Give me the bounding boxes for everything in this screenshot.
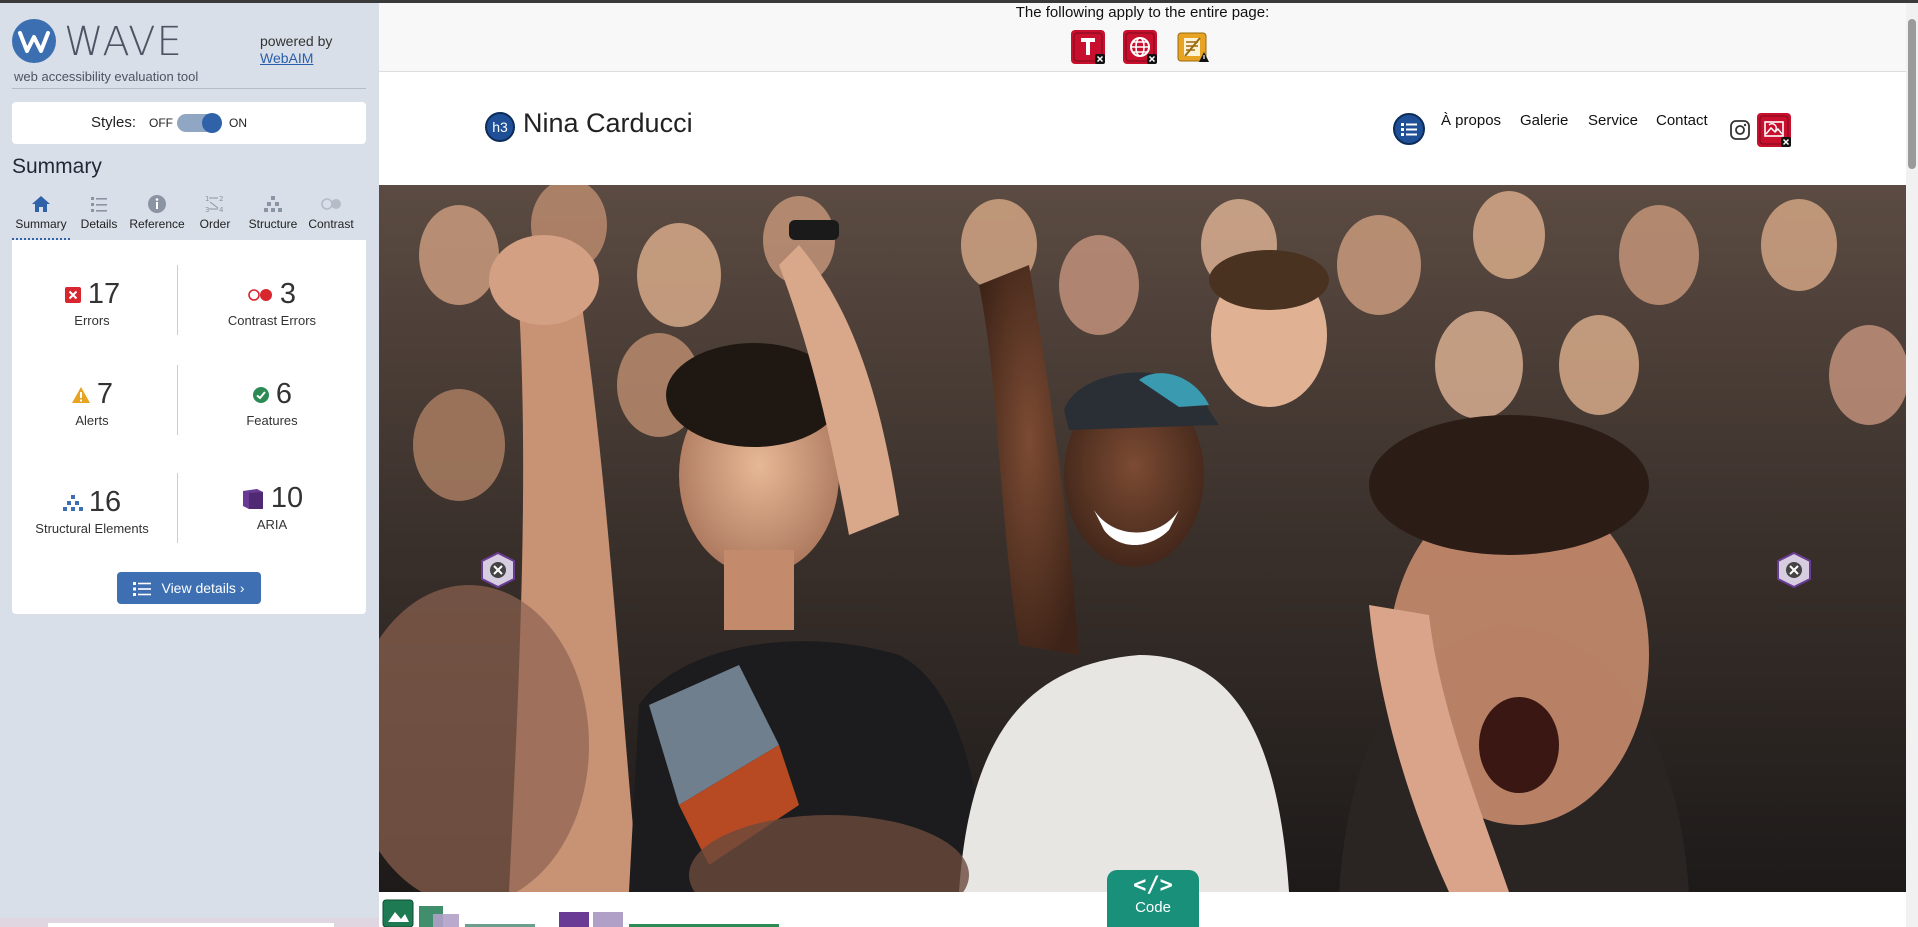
list-structure-icon[interactable] [1393, 113, 1425, 145]
contrast-errors-label: Contrast Errors [227, 313, 317, 328]
missing-title-icon[interactable] [1071, 30, 1105, 64]
tab-label: Details [80, 217, 118, 231]
styles-toggle-box: Styles: OFF ON [12, 102, 366, 144]
tab-details[interactable]: Details [70, 188, 128, 240]
nav-link-galerie[interactable]: Galerie [1520, 112, 1568, 129]
view-details-label: View details › [161, 580, 245, 596]
tab-label: Structure [248, 217, 298, 231]
info-icon [148, 195, 166, 213]
nav-link-contact[interactable]: Contact [1656, 112, 1708, 129]
carousel-indicator-icons [382, 899, 779, 927]
home-icon [32, 196, 50, 212]
window-top-border [0, 0, 1918, 3]
list-icon [91, 197, 107, 212]
summary-heading: Summary [12, 155, 102, 178]
wave-header: WAVE web accessibility evaluation tool p… [0, 3, 379, 89]
wave-logo-icon [12, 19, 56, 63]
contrast-error-icon [248, 288, 272, 301]
features-stat: 6 Features [192, 378, 352, 428]
aria-icon [242, 488, 263, 509]
structure-icon [62, 494, 83, 511]
structure-stat: 16 Structural Elements [12, 486, 172, 536]
structure-count: 16 [88, 486, 122, 518]
alert-icon [71, 386, 90, 403]
styles-label: Styles: [91, 114, 137, 131]
errors-label: Errors [74, 313, 110, 328]
wave-title: WAVE [64, 19, 183, 65]
powered-by-label: powered by [260, 33, 333, 49]
svg-text:4: 4 [219, 206, 224, 214]
stat-divider [177, 473, 178, 543]
toggle-knob [202, 113, 222, 133]
concert-crowd-photo [379, 185, 1906, 892]
tab-label: Reference [129, 217, 185, 231]
instagram-icon[interactable] [1729, 119, 1751, 141]
hero-carousel [379, 185, 1906, 892]
contrast-icon [321, 198, 341, 210]
page-vertical-scrollbar[interactable] [1906, 3, 1918, 927]
errors-stat: 17 Errors [12, 278, 172, 328]
hierarchy-icon [264, 196, 282, 212]
linked-image-missing-alt-icon[interactable] [1757, 113, 1791, 147]
svg-text:3: 3 [205, 206, 209, 214]
contrast-errors-count: 3 [279, 278, 297, 310]
structure-label: Structural Elements [35, 521, 149, 536]
tab-summary[interactable]: Summary [12, 188, 70, 240]
alerts-count: 7 [96, 378, 114, 410]
wave-tabs: Summary Details Reference 1 2 3 4 Order Str… [12, 188, 366, 240]
nav-link-a-propos[interactable]: À propos [1441, 112, 1501, 129]
contrast-errors-stat: 3 Contrast Errors [192, 278, 352, 328]
svg-text:1: 1 [205, 195, 209, 203]
sidebar-scrollbar-thumb[interactable] [48, 923, 334, 927]
styles-on-label: ON [229, 116, 247, 130]
wave-sidebar: WAVE web accessibility evaluation tool p… [0, 0, 379, 927]
missing-language-icon[interactable] [1123, 30, 1157, 64]
aria-count: 10 [270, 482, 304, 514]
summary-card: 17 Errors 3 Contrast Errors 7 Alerts 6 F… [12, 240, 366, 614]
features-label: Features [246, 413, 298, 428]
nav-link-service[interactable]: Service [1588, 112, 1638, 129]
alerts-label: Alerts [75, 413, 109, 428]
feature-check-icon [252, 386, 269, 403]
evaluated-page: The following apply to the entire page: … [379, 3, 1906, 927]
entire-page-panel: The following apply to the entire page: [379, 3, 1906, 72]
order-icon: 1 2 3 4 [205, 195, 224, 214]
code-view-toggle[interactable]: </> Code [1107, 870, 1199, 927]
view-details-button[interactable]: View details › [117, 572, 261, 604]
styles-off-label: OFF [149, 116, 173, 130]
wave-subtitle: web accessibility evaluation tool [14, 69, 199, 84]
stat-divider [177, 365, 178, 435]
errors-count: 17 [87, 278, 121, 310]
list-icon [133, 582, 152, 597]
tab-contrast[interactable]: Contrast [302, 188, 360, 240]
styles-toggle-switch[interactable] [177, 113, 222, 133]
code-label: Code [1135, 899, 1171, 916]
tab-order[interactable]: 1 2 3 4 Order [186, 188, 244, 240]
site-title: Nina Carducci [523, 108, 693, 138]
code-icon: </> [1133, 873, 1173, 898]
svg-text:2: 2 [219, 195, 223, 203]
error-icon [64, 286, 81, 303]
webaim-link[interactable]: WebAIM [260, 50, 313, 66]
tab-label: Contrast [308, 217, 354, 231]
aria-label: ARIA [256, 517, 288, 532]
tab-label: Summary [15, 217, 67, 231]
page-bottom-strip: </> Code [379, 870, 1906, 927]
aria-hidden-prev-button-icon[interactable] [479, 551, 517, 589]
alerts-stat: 7 Alerts [12, 378, 172, 428]
tab-structure[interactable]: Structure [244, 188, 302, 240]
tab-label: Order [199, 217, 231, 231]
noscript-alert-icon[interactable] [1175, 30, 1209, 64]
browser-viewport: { "colors": { "accent": "#2f62a9", "erro… [0, 0, 1918, 927]
heading-level-badge[interactable]: h3 [485, 112, 515, 142]
features-count: 6 [275, 378, 293, 410]
header-divider [12, 88, 366, 89]
scrollbar-thumb[interactable] [1908, 19, 1916, 169]
tab-reference[interactable]: Reference [128, 188, 186, 240]
stat-divider [177, 265, 178, 335]
site-header: h3 Nina Carducci À propos Galerie Servic… [379, 73, 1906, 185]
entire-page-text: The following apply to the entire page: [1015, 4, 1270, 21]
aria-hidden-next-button-icon[interactable] [1775, 551, 1813, 589]
aria-stat: 10 ARIA [192, 482, 352, 532]
